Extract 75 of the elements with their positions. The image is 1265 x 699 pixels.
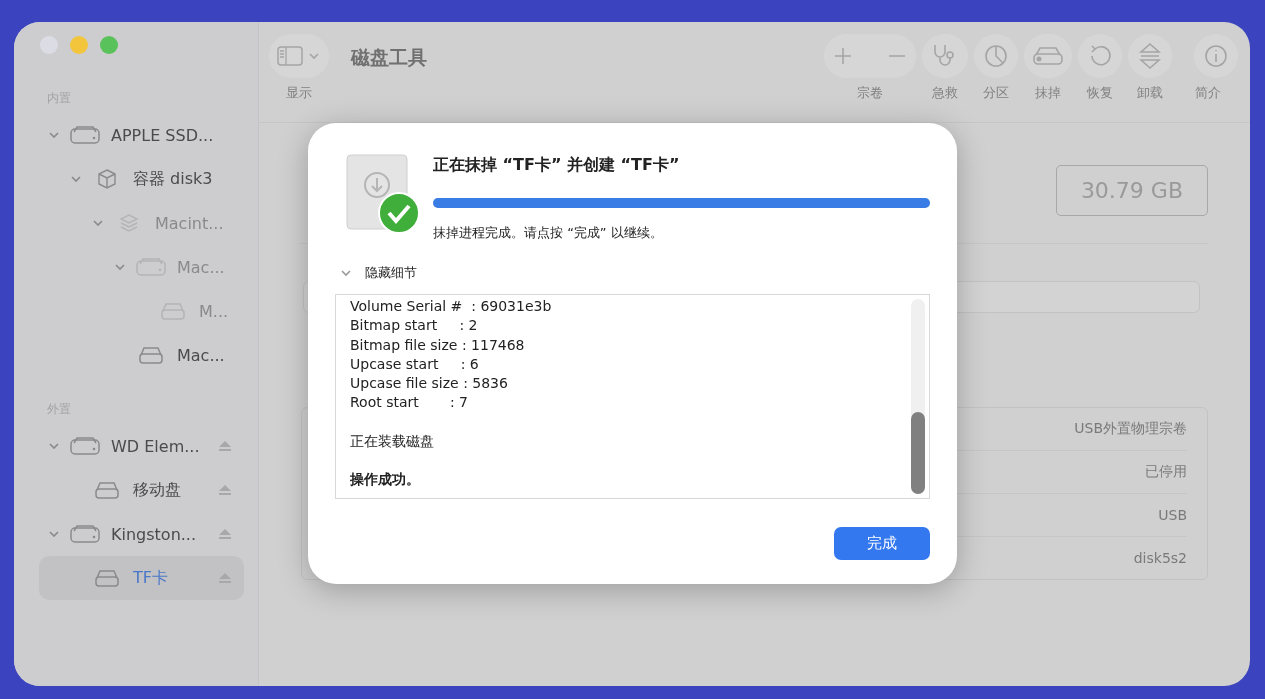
toolbar-button[interactable] (922, 34, 968, 78)
log-line: Volume Serial # : 69031e3b (350, 297, 553, 316)
rotate-icon (1088, 43, 1112, 69)
sidebar-item-label: APPLE SSD... (111, 125, 215, 145)
log-line: 正在装载磁盘 (350, 431, 435, 451)
eject-icon[interactable] (218, 440, 232, 452)
log-line: 操作成功。 (350, 470, 421, 490)
toolbar-label: 卸载 (1137, 84, 1163, 102)
drive-icon (138, 345, 164, 365)
sidebar-item-label: Mac... (177, 345, 226, 365)
sidebar-item-label: Mac... (177, 257, 226, 277)
sidebar-item-label: WD Elem... (111, 436, 201, 456)
minimize-button[interactable] (70, 36, 88, 54)
drive-icon (69, 435, 101, 457)
drive-icon (94, 568, 120, 588)
sidebar-item-label: Kingston... (111, 524, 198, 544)
toolbar-label: 分区 (983, 84, 1009, 102)
scrollbar-thumb[interactable] (911, 412, 925, 494)
drive-icon (135, 256, 167, 278)
plus-icon[interactable] (832, 45, 854, 67)
log-line: Bitmap start : 2 (350, 316, 479, 336)
sidebar-item[interactable]: Mac... (39, 333, 244, 377)
table-cell: 已停用 (1145, 463, 1187, 481)
drive-check-icon (345, 153, 421, 235)
eject-icon[interactable] (218, 484, 232, 496)
sidebar-item-label: TF卡 (133, 567, 169, 589)
volume-button-group[interactable] (824, 34, 916, 78)
table-cell: USB外置物理宗卷 (1074, 420, 1187, 438)
pie-chart-icon (983, 43, 1009, 69)
layers-icon (118, 212, 140, 234)
toolbar-button[interactable] (1024, 34, 1072, 78)
dialog-title: 正在抹掉 “TF卡” 并创建 “TF卡” (433, 155, 681, 176)
window-title: 磁盘工具 (351, 45, 428, 70)
table-cell: disk5s2 (1133, 550, 1187, 566)
log-line: Upcase file size : 5836 (350, 374, 509, 394)
sidebar-item[interactable]: 容器 disk3 (39, 157, 244, 201)
drive-icon (1032, 44, 1064, 68)
toolbar-button[interactable] (1128, 34, 1172, 78)
sidebar-icon (277, 46, 303, 66)
details-toggle[interactable]: 隐藏细节 (335, 264, 930, 282)
toolbar-label: 急救 (932, 84, 958, 102)
drive-icon (69, 124, 101, 146)
drive-icon (160, 301, 186, 321)
done-button[interactable]: 完成 (834, 527, 930, 560)
sidebar-item[interactable]: APPLE SSD... (39, 113, 244, 157)
toolbar-label: 恢复 (1087, 84, 1113, 102)
sidebar-item[interactable]: WD Elem... (39, 424, 244, 468)
sidebar-item-label: 容器 disk3 (133, 168, 214, 190)
log-line: Upcase start : 6 (350, 354, 480, 374)
unmount-icon (1137, 42, 1163, 70)
table-cell: USB (1158, 507, 1187, 523)
log-line: Root start : 7 (350, 393, 469, 413)
toolbar-button[interactable] (974, 34, 1018, 78)
sidebar-item-label: M... (199, 301, 230, 321)
drive-icon (69, 523, 101, 545)
sidebar-item[interactable]: 移动盘 (39, 468, 244, 512)
view-button[interactable] (269, 34, 329, 78)
info-icon (1203, 43, 1229, 69)
toolbar-button[interactable] (1078, 34, 1122, 78)
toolbar-button[interactable] (1194, 34, 1238, 78)
zoom-button[interactable] (100, 36, 118, 54)
sidebar-item-label: 移动盘 (133, 479, 182, 501)
toolbar-label: 抹掉 (1035, 84, 1061, 102)
cube-icon (96, 168, 118, 190)
eject-icon[interactable] (218, 528, 232, 540)
log-line: Bitmap file size : 117468 (350, 335, 526, 355)
status-message: 抹掉进程完成。请点按 “完成” 以继续。 (433, 224, 664, 242)
scrollbar[interactable] (911, 299, 925, 494)
sidebar-item[interactable]: Kingston... (39, 512, 244, 556)
eject-icon[interactable] (218, 572, 232, 584)
toolbar-label: 宗卷 (857, 84, 883, 102)
toolbar-label: 简介 (1195, 84, 1221, 102)
drive-icon (94, 480, 120, 500)
toolbar-label: 显示 (286, 84, 312, 102)
sidebar-item-label: Macint... (155, 213, 225, 233)
